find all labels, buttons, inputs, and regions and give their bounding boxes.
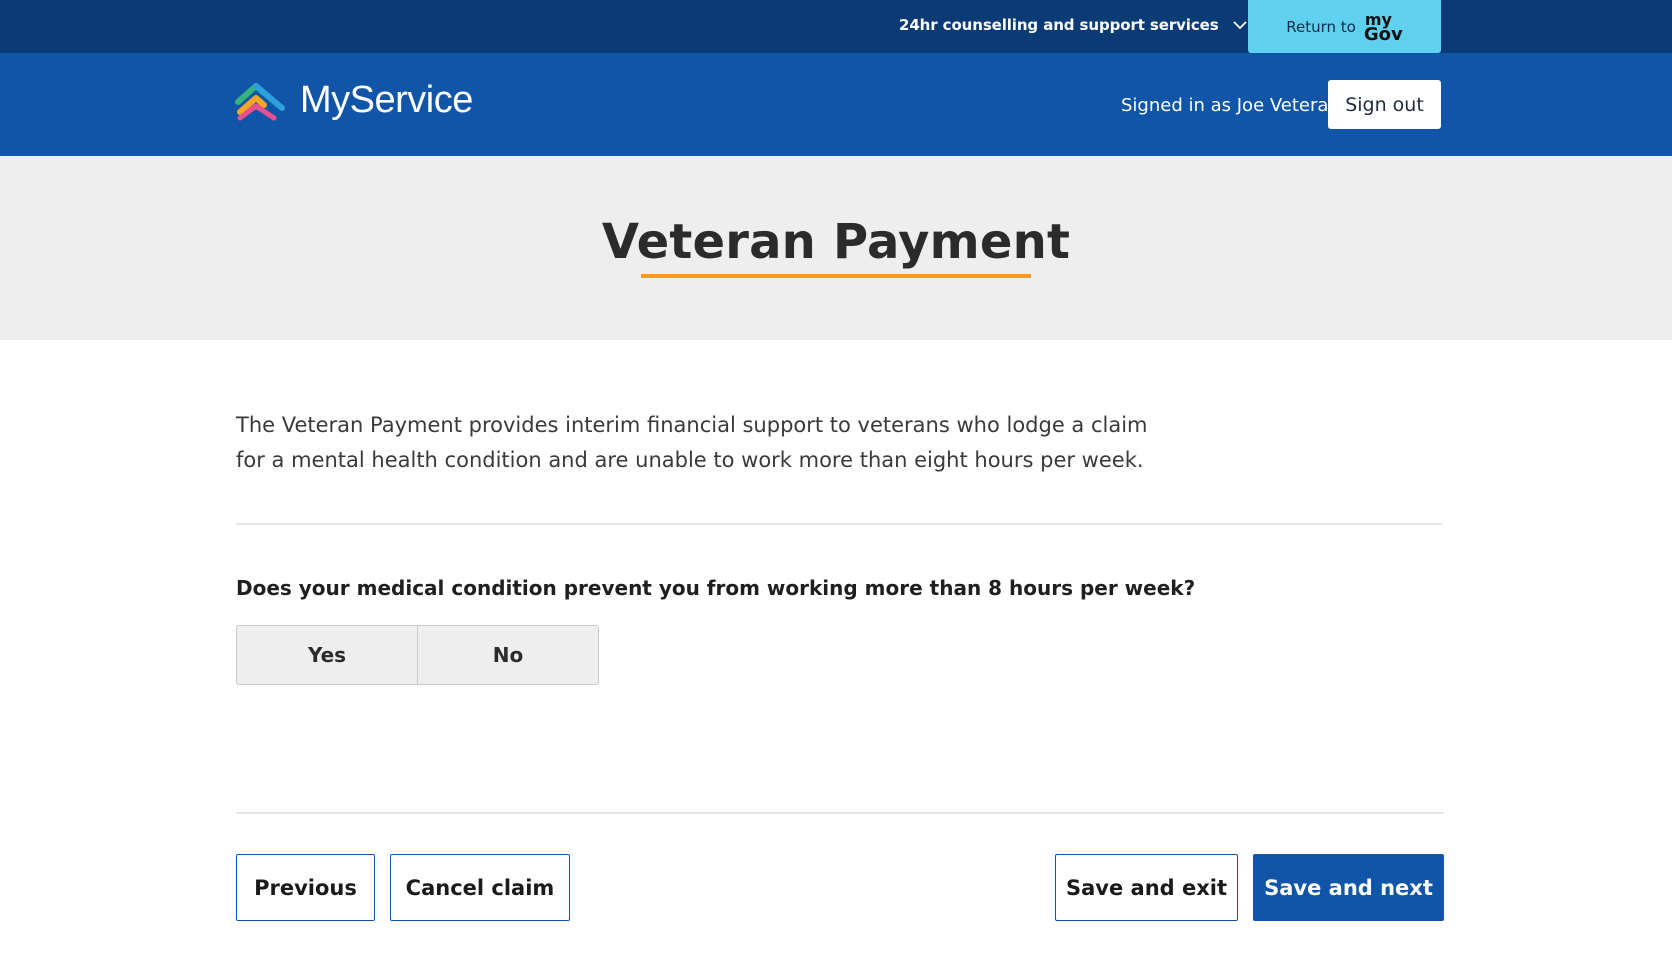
save-and-next-button[interactable]: Save and next — [1253, 854, 1444, 921]
no-option-button[interactable]: No — [417, 626, 598, 684]
content-divider — [236, 523, 1442, 525]
title-underline — [641, 274, 1031, 278]
signed-in-text: Signed in as Joe Veteran — [1121, 95, 1340, 116]
support-services-link[interactable]: 24hr counselling and support services — [899, 16, 1247, 34]
yes-option-button[interactable]: Yes — [237, 626, 417, 684]
main-header: MyService Signed in as Joe Veteran Sign … — [0, 53, 1672, 156]
myservice-home-link[interactable]: MyService — [234, 79, 473, 122]
sign-out-button[interactable]: Sign out — [1328, 80, 1441, 129]
cancel-claim-button[interactable]: Cancel claim — [390, 854, 570, 921]
page-title: Veteran Payment — [601, 214, 1071, 270]
return-to-mygov-button[interactable]: Return to my Gov — [1248, 0, 1441, 53]
utility-bar: 24hr counselling and support services Re… — [0, 0, 1672, 53]
previous-button[interactable]: Previous — [236, 854, 375, 921]
save-and-exit-button[interactable]: Save and exit — [1055, 854, 1238, 921]
mygov-logo: my Gov — [1363, 9, 1403, 45]
support-services-label: 24hr counselling and support services — [899, 16, 1219, 34]
chevron-down-icon — [1232, 20, 1247, 29]
footer-divider — [236, 812, 1444, 814]
return-to-label: Return to — [1286, 17, 1356, 36]
yes-no-toggle: Yes No — [236, 625, 599, 685]
myservice-logo-icon — [235, 82, 285, 120]
brand-name: MyService — [300, 79, 473, 121]
intro-text: The Veteran Payment provides interim fin… — [236, 413, 1148, 472]
question-text: Does your medical condition prevent you … — [236, 576, 1196, 600]
title-band: Veteran Payment — [0, 156, 1672, 340]
